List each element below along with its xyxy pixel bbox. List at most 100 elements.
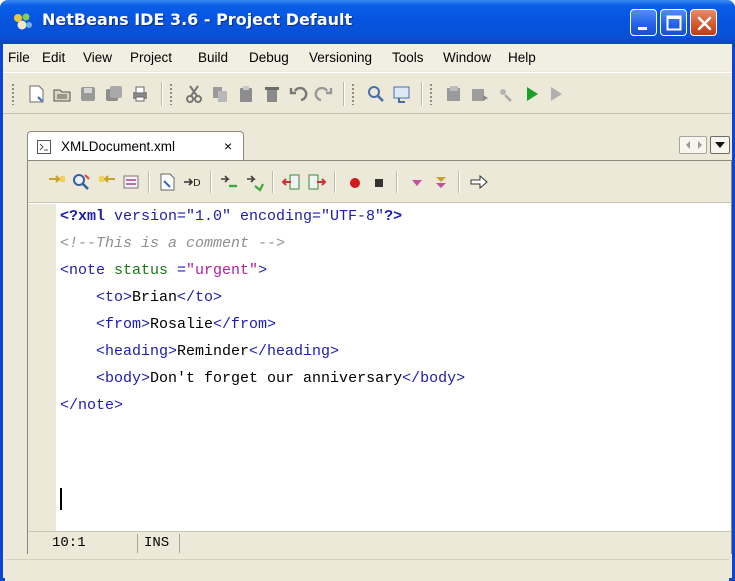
- menu-window[interactable]: Window: [443, 50, 491, 65]
- code-line: <!--This is a comment -->: [60, 234, 285, 254]
- code-token: Reminder: [177, 343, 250, 360]
- menu-edit[interactable]: Edit: [42, 50, 65, 65]
- minimize-button[interactable]: [630, 9, 657, 36]
- go-to-line-icon[interactable]: D: [182, 171, 204, 193]
- menu-help[interactable]: Help: [508, 50, 536, 65]
- line-gutter: [28, 204, 56, 531]
- toolbar-grip[interactable]: [11, 83, 15, 105]
- code-line: <to>Brian</to>: [60, 288, 222, 308]
- editor-toolbar-separator: [272, 171, 273, 193]
- print-icon[interactable]: [129, 83, 151, 105]
- maximize-icon: [666, 15, 682, 31]
- tab-list-dropdown[interactable]: [710, 136, 730, 154]
- insert-mode-indicator[interactable]: INS: [140, 534, 180, 553]
- code-line: <?xml version="1.0" encoding="UTF-8"?>: [60, 207, 402, 227]
- code-token: <body>: [96, 370, 151, 387]
- editor-toolbar-separator: [210, 171, 211, 193]
- code-line: <heading>Reminder</heading>: [60, 342, 339, 362]
- toggle-highlight-icon[interactable]: [120, 171, 142, 193]
- window-title: NetBeans IDE 3.6 - Project Default: [42, 10, 353, 29]
- stop-macro-icon[interactable]: [368, 171, 390, 193]
- chevron-down-icon: [715, 142, 725, 148]
- cut-icon[interactable]: [183, 83, 205, 105]
- window-status-strip: [5, 559, 729, 581]
- record-macro-icon[interactable]: [344, 171, 366, 193]
- go-to-icon[interactable]: [391, 83, 413, 105]
- code-token: version="1.0" encoding="UTF-8": [105, 208, 385, 225]
- tab-scroll-buttons[interactable]: [679, 136, 707, 154]
- open-project-icon[interactable]: [51, 83, 73, 105]
- comment-icon[interactable]: [280, 171, 302, 193]
- continue-icon[interactable]: [545, 83, 567, 105]
- code-token: <from>: [96, 316, 151, 333]
- find-previous-icon[interactable]: [46, 171, 68, 193]
- compile-icon[interactable]: [443, 83, 465, 105]
- menu-view[interactable]: View: [83, 50, 112, 65]
- paste-icon[interactable]: [235, 83, 257, 105]
- toolbar-grip[interactable]: [169, 83, 173, 105]
- build-icon[interactable]: [469, 83, 491, 105]
- find-icon[interactable]: [70, 171, 92, 193]
- svg-text:D: D: [193, 178, 201, 189]
- save-all-icon[interactable]: [103, 83, 125, 105]
- find-icon[interactable]: [365, 83, 387, 105]
- editor-toolbar-separator: [396, 171, 397, 193]
- menu-debug[interactable]: Debug: [249, 50, 289, 65]
- close-tab-button[interactable]: ×: [224, 138, 232, 154]
- find-selection-icon[interactable]: [156, 171, 178, 193]
- title-bar[interactable]: NetBeans IDE 3.6 - Project Default: [0, 0, 735, 44]
- toolbar-separator: [421, 82, 422, 106]
- code-token: </body>: [402, 370, 466, 387]
- code-token: Brian: [132, 289, 178, 306]
- run-icon[interactable]: [521, 83, 543, 105]
- shift-left-icon[interactable]: [218, 171, 240, 193]
- tab-label: XMLDocument.xml: [61, 139, 176, 154]
- undo-icon[interactable]: [287, 83, 309, 105]
- menu-file[interactable]: File: [8, 50, 30, 65]
- minimize-icon: [638, 27, 647, 30]
- code-token: Rosalie: [150, 316, 214, 333]
- menu-build[interactable]: Build: [198, 50, 228, 65]
- toolbar-separator: [161, 82, 162, 106]
- copy-icon[interactable]: [209, 83, 231, 105]
- code-line: <body>Don't forget our anniversary</body…: [60, 369, 465, 389]
- code-token: =: [177, 262, 187, 279]
- go-to-source-icon[interactable]: [468, 171, 490, 193]
- code-line: </note>: [60, 396, 123, 416]
- shift-right-icon[interactable]: [244, 171, 266, 193]
- toolbar-grip[interactable]: [429, 83, 433, 105]
- tab-xmldocument[interactable]: XMLDocument.xml ×: [27, 131, 244, 161]
- new-file-icon[interactable]: [25, 83, 47, 105]
- redo-icon[interactable]: [313, 83, 335, 105]
- editor-status-bar: 10:1 INS: [28, 531, 731, 554]
- previous-bookmark-icon[interactable]: [406, 171, 428, 193]
- menu-bar: File Edit View Project Build Debug Versi…: [3, 44, 732, 71]
- code-line: <note status ="urgent">: [60, 261, 267, 281]
- menu-project[interactable]: Project: [130, 50, 172, 65]
- main-toolbar: [3, 72, 732, 114]
- next-bookmark-icon[interactable]: [430, 171, 452, 193]
- editor-toolbar: D: [28, 161, 731, 203]
- close-icon: [697, 16, 712, 31]
- delete-icon[interactable]: [261, 83, 283, 105]
- find-next-icon[interactable]: [96, 171, 118, 193]
- close-window-button[interactable]: [690, 9, 717, 36]
- chevron-left-right-icon: [686, 141, 702, 149]
- debug-icon[interactable]: [495, 83, 517, 105]
- editor-toolbar-separator: [148, 171, 149, 193]
- maximize-button[interactable]: [660, 9, 687, 36]
- uncomment-icon[interactable]: [306, 171, 328, 193]
- toolbar-grip[interactable]: [351, 83, 355, 105]
- editor-toolbar-separator: [334, 171, 335, 193]
- menu-versioning[interactable]: Versioning: [309, 50, 372, 65]
- code-editor[interactable]: <?xml version="1.0" encoding="UTF-8"?> <!…: [58, 204, 728, 531]
- xml-file-icon: [37, 140, 51, 154]
- netbeans-logo-icon: [14, 13, 32, 30]
- save-icon[interactable]: [77, 83, 99, 105]
- menu-tools[interactable]: Tools: [392, 50, 424, 65]
- code-token: <heading>: [96, 343, 178, 360]
- code-token: <note: [60, 262, 106, 279]
- text-cursor: [60, 488, 62, 510]
